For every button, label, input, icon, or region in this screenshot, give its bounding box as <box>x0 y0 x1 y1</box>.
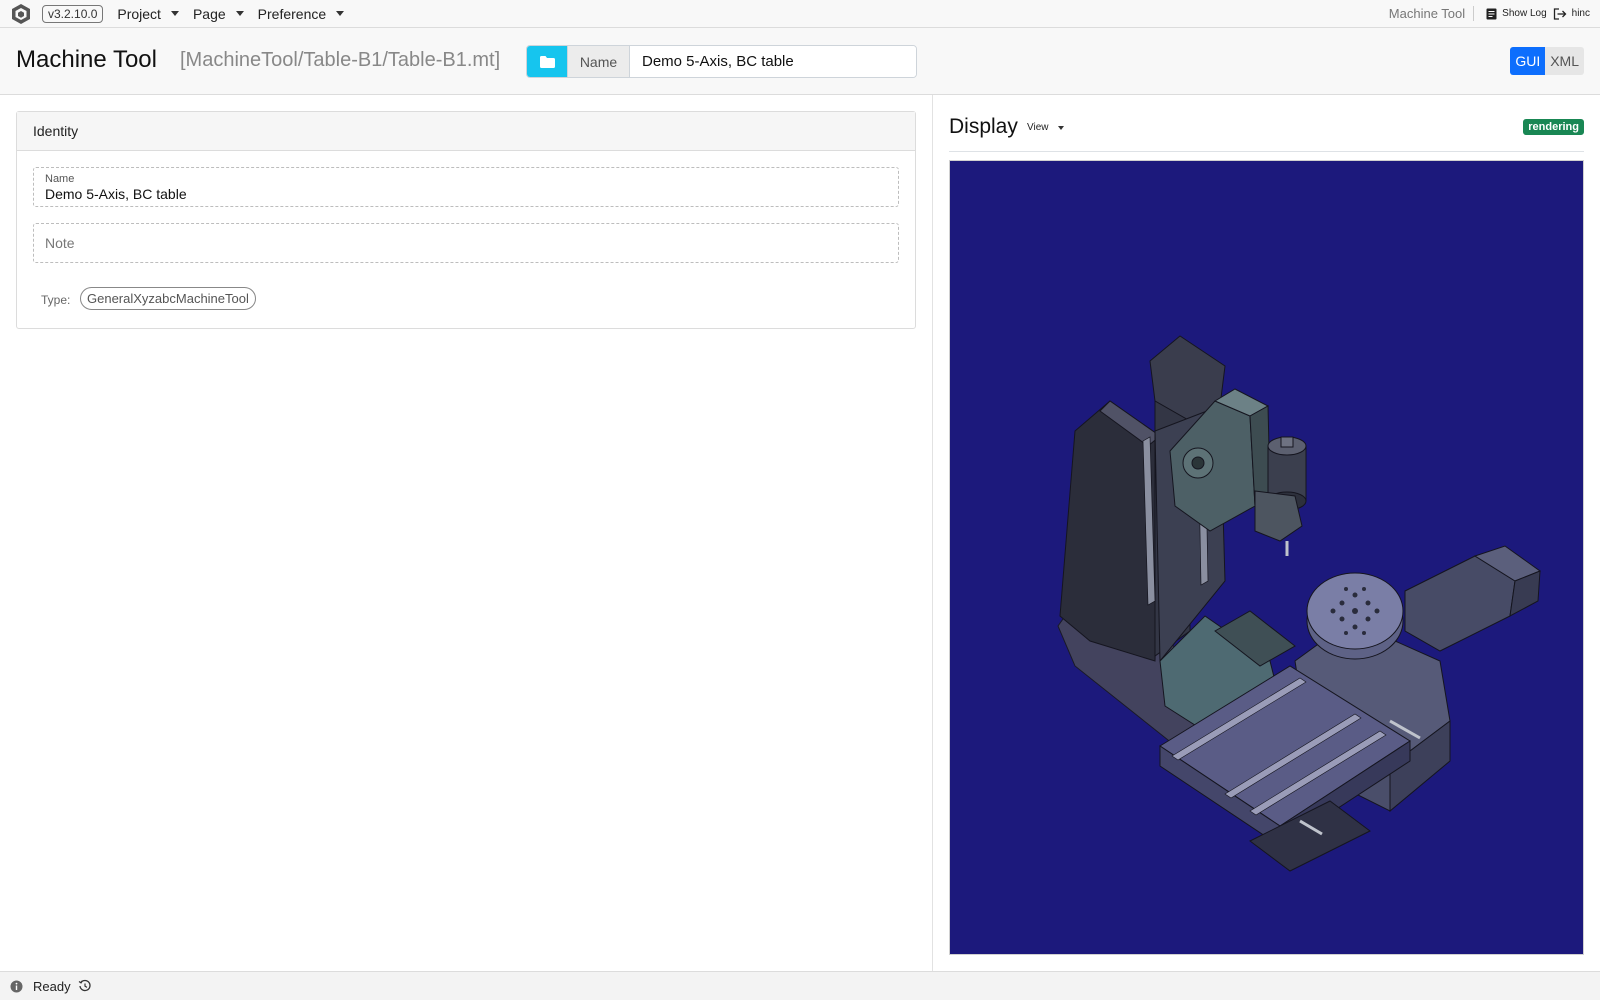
menu-page[interactable]: Page <box>193 6 244 22</box>
user-logout-button[interactable]: hinc <box>1553 7 1590 20</box>
status-bar: Ready <box>0 971 1600 1000</box>
status-text: Ready <box>33 978 71 994</box>
history-icon[interactable] <box>78 979 92 993</box>
rendering-status-badge: rendering <box>1523 119 1584 135</box>
open-folder-button[interactable] <box>527 46 567 77</box>
caret-down-icon <box>1057 125 1064 130</box>
3d-viewport[interactable] <box>949 160 1584 955</box>
topbar-right-group: Machine Tool Show Log hinc <box>1389 6 1590 21</box>
menu-preference-label: Preference <box>257 5 327 22</box>
machine-name-input[interactable] <box>630 46 916 77</box>
display-divider <box>949 151 1584 152</box>
version-badge: v3.2.10.0 <box>42 4 104 23</box>
app-logo-icon[interactable] <box>10 3 32 25</box>
top-menu-bar: v3.2.10.0 Project Page Preference Machin… <box>0 0 1600 28</box>
identity-card: Identity Name Demo 5-Axis, BC table Note… <box>16 111 916 329</box>
context-label: Machine Tool <box>1389 6 1475 21</box>
menu-project-label: Project <box>117 5 161 22</box>
machine-tool-model <box>1057 335 1542 872</box>
identity-note-placeholder: Note <box>45 235 75 251</box>
show-log-button[interactable]: Show Log <box>1486 8 1547 20</box>
menu-project[interactable]: Project <box>117 6 179 22</box>
info-icon <box>10 980 23 992</box>
menu-preference[interactable]: Preference <box>257 5 345 22</box>
identity-name-value: Demo 5-Axis, BC table <box>45 186 187 202</box>
show-log-label: Show Log <box>1502 8 1547 19</box>
name-addon-label: Name <box>567 46 630 77</box>
identity-name-field[interactable]: Name Demo 5-Axis, BC table <box>33 167 899 207</box>
type-chip: GeneralXyzabcMachineTool <box>80 287 256 310</box>
identity-card-header: Identity <box>17 112 915 151</box>
view-dropdown-label: View <box>1027 122 1049 133</box>
page-title: Machine Tool <box>16 46 157 73</box>
display-title: Display <box>949 115 1018 138</box>
xml-mode-button[interactable]: XML <box>1545 47 1584 75</box>
mode-toggle: GUI XML <box>1510 47 1584 75</box>
identity-name-label: Name <box>45 173 75 185</box>
gui-mode-button[interactable]: GUI <box>1510 47 1546 75</box>
folder-icon <box>539 55 555 68</box>
caret-down-icon <box>336 11 345 16</box>
page-header: Machine Tool [MachineTool/Table-B1/Table… <box>0 28 1600 95</box>
sign-out-icon <box>1553 7 1567 20</box>
type-label: Type: <box>41 293 71 307</box>
name-input-group: Name <box>526 45 917 78</box>
user-name: hinc <box>1571 8 1590 19</box>
caret-down-icon <box>235 11 244 16</box>
view-dropdown[interactable]: View <box>1027 122 1064 133</box>
caret-down-icon <box>170 11 179 16</box>
file-path: [MachineTool/Table-B1/Table-B1.mt] <box>180 49 501 71</box>
log-icon <box>1486 8 1497 19</box>
menu-page-label: Page <box>192 5 226 22</box>
panel-divider[interactable] <box>932 95 933 971</box>
identity-note-field[interactable]: Note <box>33 223 899 263</box>
